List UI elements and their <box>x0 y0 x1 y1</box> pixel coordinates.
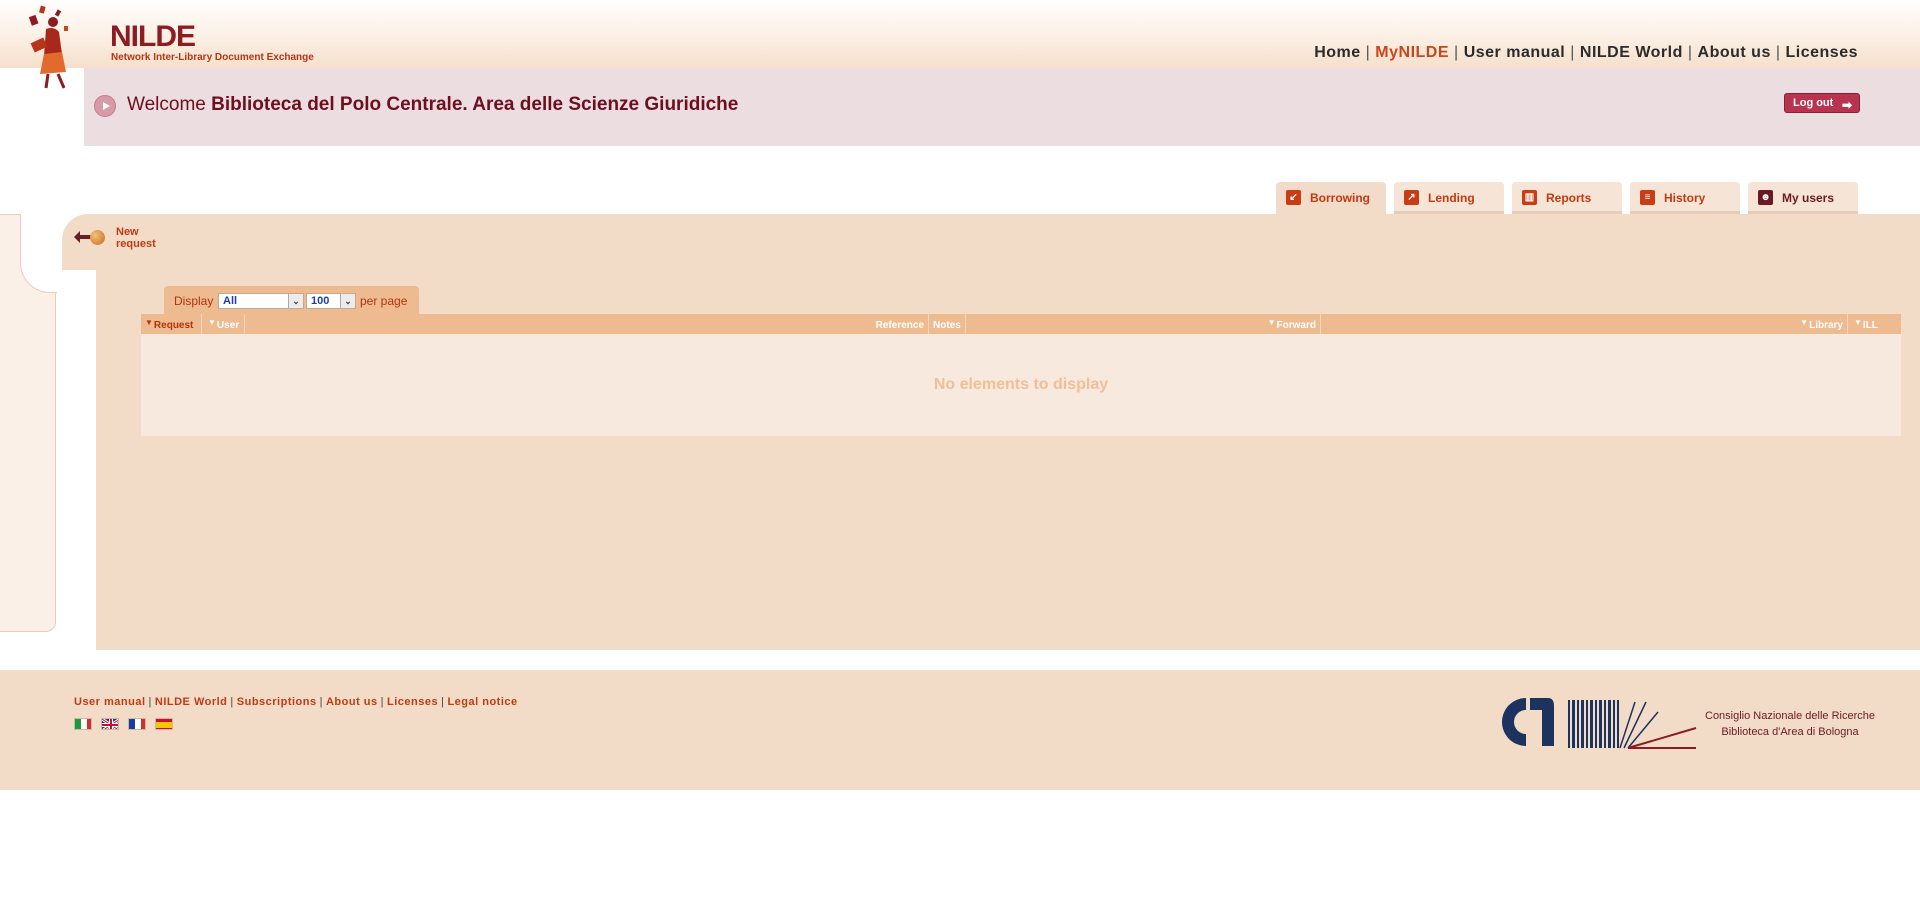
main-panel-gutter <box>62 270 96 650</box>
logout-button[interactable]: Log out ➡ <box>1784 93 1860 113</box>
footer: User manual | NILDE World | Subscriptions | Ab… <box>0 670 1920 790</box>
tab-my-users[interactable]: ☻ My users <box>1748 182 1858 214</box>
nav-separator: | <box>1687 44 1693 61</box>
column-header-user[interactable]: ▼User <box>202 314 245 334</box>
footer-link-legal-notice[interactable]: Legal notice <box>447 696 517 708</box>
cnr-logo[interactable]: Consiglio Nazionale delle Ricerche Bibli… <box>1500 690 1880 750</box>
status-select[interactable]: All ⌄ <box>218 293 304 309</box>
nav-licenses[interactable]: Licenses <box>1786 44 1858 61</box>
footer-link-licenses[interactable]: Licenses <box>387 696 438 708</box>
per-page-select[interactable]: 100 ⌄ <box>306 293 356 309</box>
display-filter: Display All ⌄ 100 ⌄ per page <box>164 286 419 314</box>
tab-label: Reports <box>1546 191 1592 205</box>
empty-state-message: No elements to display <box>933 376 1109 393</box>
footer-separator: | <box>380 696 384 708</box>
nav-home[interactable]: Home <box>1314 44 1360 61</box>
library-name: Biblioteca del Polo Centrale. Area delle… <box>211 94 739 115</box>
column-label: Reference <box>875 320 924 331</box>
display-label: Display <box>174 294 214 308</box>
footer-link-nilde-world[interactable]: NILDE World <box>155 696 228 708</box>
column-label: ILL <box>1862 320 1878 331</box>
new-request-label: New request <box>116 226 156 250</box>
table-body: No elements to display <box>141 334 1901 436</box>
brand-subtitle: Network Inter-Library Document Exchange <box>111 52 314 63</box>
english-flag-icon[interactable] <box>101 718 119 730</box>
left-side-panel <box>0 214 57 632</box>
per-page-select-value: 100 <box>311 295 330 307</box>
sort-down-icon: ▼ <box>1800 318 1809 327</box>
sort-down-icon: ▼ <box>1267 318 1276 327</box>
italian-flag-icon[interactable] <box>74 718 92 730</box>
footer-navigation: User manual | NILDE World | Subscriptions | Ab… <box>74 696 518 708</box>
tab-history[interactable]: ≡ History <box>1630 182 1740 214</box>
brand-title: NILDE <box>110 20 196 53</box>
column-header-request[interactable]: ▼Request <box>141 314 202 334</box>
status-select-value: All <box>223 295 238 307</box>
users-icon: ☻ <box>1758 190 1773 205</box>
tab-label: My users <box>1782 191 1835 205</box>
footer-separator: | <box>148 696 152 708</box>
column-header-notes[interactable]: Notes <box>929 314 966 334</box>
cnr-emblem-icon <box>1502 698 1697 749</box>
arrow-right-icon: ➡ <box>1841 98 1852 112</box>
french-flag-icon[interactable] <box>128 718 146 730</box>
lending-arrow-icon: ↗ <box>1404 190 1419 205</box>
chevron-down-icon[interactable]: ⌄ <box>340 294 355 308</box>
column-label: Notes <box>933 320 961 331</box>
header: NILDE Network Inter-Library Document Exc… <box>0 0 1920 89</box>
column-label: Forward <box>1276 320 1316 331</box>
chevron-down-icon[interactable]: ⌄ <box>288 294 303 308</box>
footer-separator: | <box>230 696 234 708</box>
footer-separator: | <box>441 696 445 708</box>
borrowing-arrow-icon: ↙ <box>1286 190 1301 205</box>
footer-link-subscriptions[interactable]: Subscriptions <box>237 696 317 708</box>
sort-down-icon: ▼ <box>145 318 153 327</box>
nav-separator: | <box>1365 44 1371 61</box>
logout-label: Log out <box>1793 97 1834 109</box>
welcome-message: Welcome Biblioteca del Polo Centrale. Ar… <box>127 94 738 116</box>
new-request-button[interactable]: New request <box>74 226 178 254</box>
welcome-bar: Welcome Biblioteca del Polo Centrale. Ar… <box>84 68 1920 146</box>
nav-about-us[interactable]: About us <box>1698 44 1771 61</box>
column-header-ill[interactable]: ▼ILL <box>1848 314 1901 334</box>
spanish-flag-icon[interactable] <box>155 718 173 730</box>
sort-down-icon: ▼ <box>1854 318 1862 327</box>
welcome-prefix: Welcome <box>127 94 206 115</box>
footer-link-user-manual[interactable]: User manual <box>74 696 146 708</box>
sort-down-icon: ▼ <box>208 318 216 327</box>
nav-user-manual[interactable]: User manual <box>1464 44 1566 61</box>
cnr-caption: Consiglio Nazionale delle Ricerche Bibli… <box>1705 708 1875 740</box>
table-header: ▼Request ▼User Reference Notes ▼Forward … <box>141 314 1901 334</box>
column-label: Request <box>153 320 194 331</box>
nav-separator: | <box>1570 44 1575 61</box>
nav-nilde-world[interactable]: NILDE World <box>1580 44 1683 61</box>
bar-chart-icon: ▥ <box>1522 190 1537 205</box>
cnr-line1: Consiglio Nazionale delle Ricerche <box>1705 710 1875 722</box>
footer-separator: | <box>319 696 323 708</box>
top-navigation: Home | MyNILDE | User manual | NILDE World | Abo… <box>1314 44 1858 62</box>
nav-separator: | <box>1775 44 1781 61</box>
column-header-library[interactable]: ▼Library <box>1321 314 1848 334</box>
tab-label: Lending <box>1428 191 1475 205</box>
tab-label: Borrowing <box>1310 191 1370 205</box>
footer-link-about-us[interactable]: About us <box>326 696 378 708</box>
tab-lending[interactable]: ↗ Lending <box>1394 182 1504 214</box>
column-header-forward[interactable]: ▼Forward <box>966 314 1321 334</box>
page-root: NILDE Network Inter-Library Document Exc… <box>0 0 1920 916</box>
tab-label: History <box>1664 191 1706 205</box>
column-header-reference[interactable]: Reference <box>245 314 929 334</box>
play-icon <box>94 95 116 117</box>
nav-separator: | <box>1454 44 1459 61</box>
nav-mynilde[interactable]: MyNILDE <box>1375 44 1449 61</box>
column-label: Library <box>1809 320 1843 331</box>
tab-reports[interactable]: ▥ Reports <box>1512 182 1622 214</box>
cnr-line2: Biblioteca d'Area di Bologna <box>1721 726 1859 738</box>
tab-borrowing[interactable]: ↙ Borrowing <box>1276 182 1386 214</box>
list-icon: ≡ <box>1640 190 1655 205</box>
per-page-label: per page <box>360 294 408 308</box>
column-label: User <box>216 320 240 331</box>
new-request-icon <box>74 228 106 246</box>
